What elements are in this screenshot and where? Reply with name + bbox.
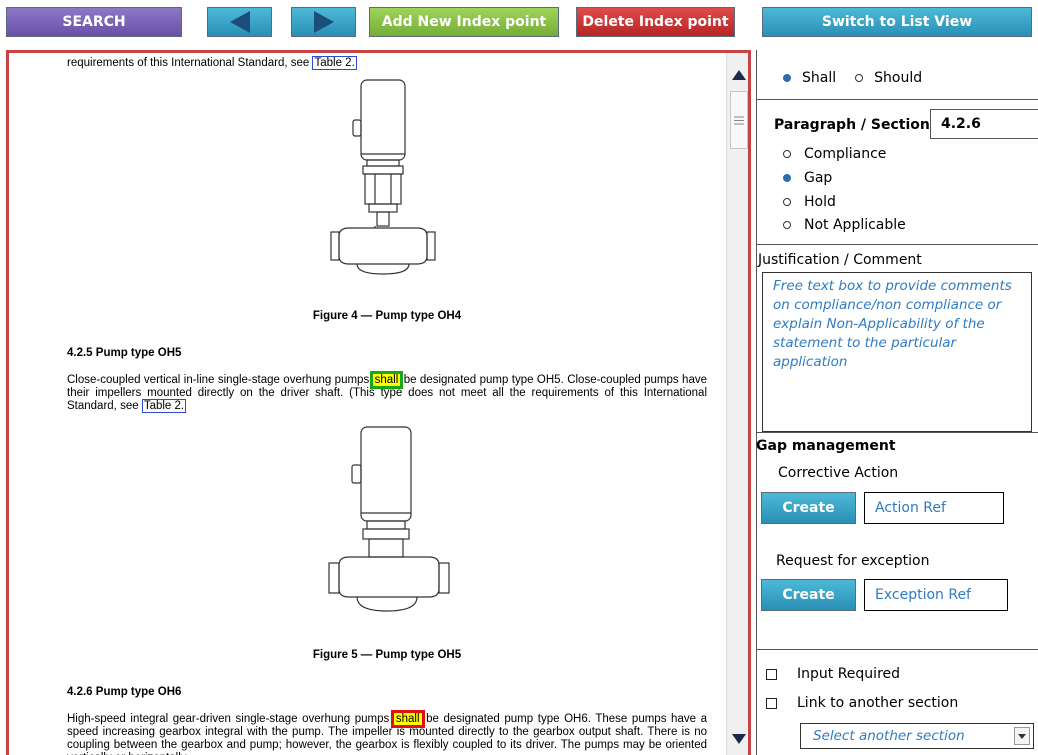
status-option-label: Compliance <box>804 146 887 162</box>
doc-text: Close-coupled vertical in-line single-st… <box>67 374 370 386</box>
keyword-shall-highlight[interactable]: shall <box>369 371 404 389</box>
section-4-2-5-heading: 4.2.5 Pump type OH5 <box>67 347 182 359</box>
link-section-checkbox[interactable]: Link to another section <box>766 695 958 711</box>
radio-selected-icon <box>783 174 791 182</box>
arrow-right-icon <box>313 11 334 33</box>
scrollbar-thumb[interactable] <box>730 91 748 149</box>
doc-text: High-speed integral gear-driven single-s… <box>67 713 390 725</box>
status-option-label: Hold <box>804 194 836 210</box>
paragraph-section-field[interactable]: 4.2.6 <box>930 109 1038 139</box>
status-option-gap[interactable]: Gap <box>783 170 832 186</box>
table-reference-link[interactable]: Table 2. <box>141 399 187 413</box>
checkbox-icon <box>766 697 777 709</box>
doc-line-top: requirements of this International Stand… <box>67 56 707 70</box>
previous-button[interactable] <box>207 7 272 37</box>
document-scrollbar[interactable] <box>726 53 748 755</box>
radio-selected-icon <box>783 74 791 82</box>
pump-oh4-figure <box>330 79 436 275</box>
status-option-label: Gap <box>804 170 833 186</box>
status-option-compliance[interactable]: Compliance <box>783 146 886 162</box>
dropdown-chevron-icon[interactable] <box>1014 727 1030 745</box>
scroll-down-icon[interactable] <box>727 725 748 753</box>
pump-oh5-figure <box>328 426 450 612</box>
document-page: requirements of this International Stand… <box>67 56 707 755</box>
radio-should[interactable]: Should <box>855 70 922 86</box>
radio-unselected-icon <box>783 150 791 158</box>
gap-management-label: Gap management <box>756 438 896 454</box>
radio-shall[interactable]: Shall <box>783 70 836 86</box>
select-section-dropdown[interactable]: Select another section <box>800 723 1034 749</box>
link-section-label: Link to another section <box>797 695 959 711</box>
select-section-placeholder: Select another section <box>813 728 965 744</box>
create-corrective-action-button[interactable]: Create <box>761 492 856 524</box>
document-viewer[interactable]: requirements of this International Stand… <box>6 50 751 755</box>
status-option-hold[interactable]: Hold <box>783 194 836 210</box>
arrow-left-icon <box>229 11 250 33</box>
figure-4-caption: Figure 4 — Pump type OH4 <box>312 310 462 322</box>
section-4-2-6-heading: 4.2.6 Pump type OH6 <box>67 686 182 698</box>
delete-index-point-button[interactable]: Delete Index point <box>576 7 735 37</box>
table-reference-link[interactable]: Table 2. <box>312 56 357 70</box>
radio-unselected-icon <box>783 221 791 229</box>
action-ref-field[interactable]: Action Ref <box>864 492 1004 524</box>
doc-text: requirements of this International Stand… <box>67 57 310 69</box>
search-button[interactable]: SEARCH <box>6 7 182 37</box>
paragraph-4-2-6: High-speed integral gear-driven single-s… <box>67 710 707 755</box>
status-option-not-applicable[interactable]: Not Applicable <box>783 217 906 233</box>
obligation-radio-group: Shall Should <box>783 70 922 86</box>
figure-5-caption: Figure 5 — Pump type OH5 <box>312 649 462 661</box>
divider <box>756 432 1038 433</box>
assessment-panel: Shall Should Paragraph / Section 4.2.6 C… <box>756 50 1038 755</box>
exception-ref-field[interactable]: Exception Ref <box>864 579 1008 611</box>
divider <box>756 244 1038 245</box>
corrective-action-label: Corrective Action <box>778 465 899 481</box>
radio-should-label: Should <box>874 70 923 86</box>
switch-list-view-button[interactable]: Switch to List View <box>762 7 1032 37</box>
paragraph-4-2-5: Close-coupled vertical in-line single-st… <box>67 371 707 413</box>
create-exception-button[interactable]: Create <box>761 579 856 611</box>
radio-unselected-icon <box>783 198 791 206</box>
checkbox-icon <box>766 668 777 680</box>
radio-shall-label: Shall <box>802 70 837 86</box>
radio-unselected-icon <box>855 74 864 82</box>
request-exception-label: Request for exception <box>776 553 930 569</box>
next-button[interactable] <box>291 7 356 37</box>
divider <box>756 99 1038 100</box>
justification-label: Justification / Comment <box>758 252 922 268</box>
divider <box>756 649 1038 650</box>
input-required-checkbox[interactable]: Input Required <box>766 666 900 682</box>
status-option-label: Not Applicable <box>804 217 906 233</box>
paragraph-section-label: Paragraph / Section <box>774 117 930 133</box>
add-index-point-button[interactable]: Add New Index point <box>369 7 559 37</box>
input-required-label: Input Required <box>797 666 901 682</box>
keyword-shall-highlight-active[interactable]: shall <box>390 710 425 728</box>
scroll-up-icon[interactable] <box>727 61 748 89</box>
justification-textarea[interactable]: Free text box to provide comments on com… <box>762 272 1032 432</box>
